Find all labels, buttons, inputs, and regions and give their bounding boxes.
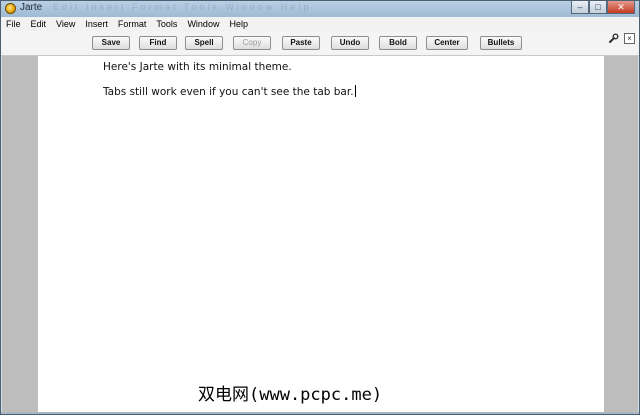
close-window-button[interactable]: ✕ xyxy=(607,1,635,14)
center-button[interactable]: Center xyxy=(426,36,468,50)
menu-view[interactable]: View xyxy=(51,19,80,29)
menu-format[interactable]: Format xyxy=(113,19,152,29)
menu-window[interactable]: Window xyxy=(182,19,224,29)
spell-button[interactable]: Spell xyxy=(185,36,223,50)
menu-edit[interactable]: Edit xyxy=(26,19,52,29)
window-bottom-edge xyxy=(1,412,639,414)
jarte-app-icon[interactable] xyxy=(5,3,16,14)
paste-button[interactable]: Paste xyxy=(282,36,320,50)
find-button[interactable]: Find xyxy=(139,36,177,50)
maximize-button[interactable]: □ xyxy=(589,1,607,14)
minimize-button[interactable]: – xyxy=(571,1,589,14)
wrench-icon[interactable] xyxy=(608,33,619,44)
bullets-button[interactable]: Bullets xyxy=(480,36,522,50)
bold-button[interactable]: Bold xyxy=(379,36,417,50)
paragraph-1[interactable]: Here's Jarte with its minimal theme. xyxy=(103,61,292,73)
toolbar: Save Find Spell Copy Paste Undo Bold Cen… xyxy=(1,31,639,56)
watermark: 双电网(www.pcpc.me) xyxy=(198,385,383,405)
close-document-icon[interactable]: × xyxy=(624,33,635,44)
menu-file[interactable]: File xyxy=(1,19,26,29)
copy-button[interactable]: Copy xyxy=(233,36,271,50)
paragraph-2-text: Tabs still work even if you can't see th… xyxy=(103,86,354,98)
paragraph-2[interactable]: Tabs still work even if you can't see th… xyxy=(103,85,356,98)
app-window: Jarte Edit Insert Format Tools Window He… xyxy=(0,0,640,415)
undo-button[interactable]: Undo xyxy=(331,36,369,50)
menu-insert[interactable]: Insert xyxy=(80,19,113,29)
menu-help[interactable]: Help xyxy=(224,19,253,29)
menu-bar: File Edit View Insert Format Tools Windo… xyxy=(1,17,639,31)
menu-tools[interactable]: Tools xyxy=(151,19,182,29)
save-button[interactable]: Save xyxy=(92,36,130,50)
text-caret xyxy=(354,85,356,97)
title-ghost-text: Edit Insert Format Tools Window Help xyxy=(53,2,312,12)
window-controls: – □ ✕ xyxy=(571,1,635,15)
title-bar[interactable]: Jarte Edit Insert Format Tools Window He… xyxy=(1,1,639,17)
window-title: Jarte xyxy=(20,2,43,13)
document-page[interactable] xyxy=(38,56,604,412)
